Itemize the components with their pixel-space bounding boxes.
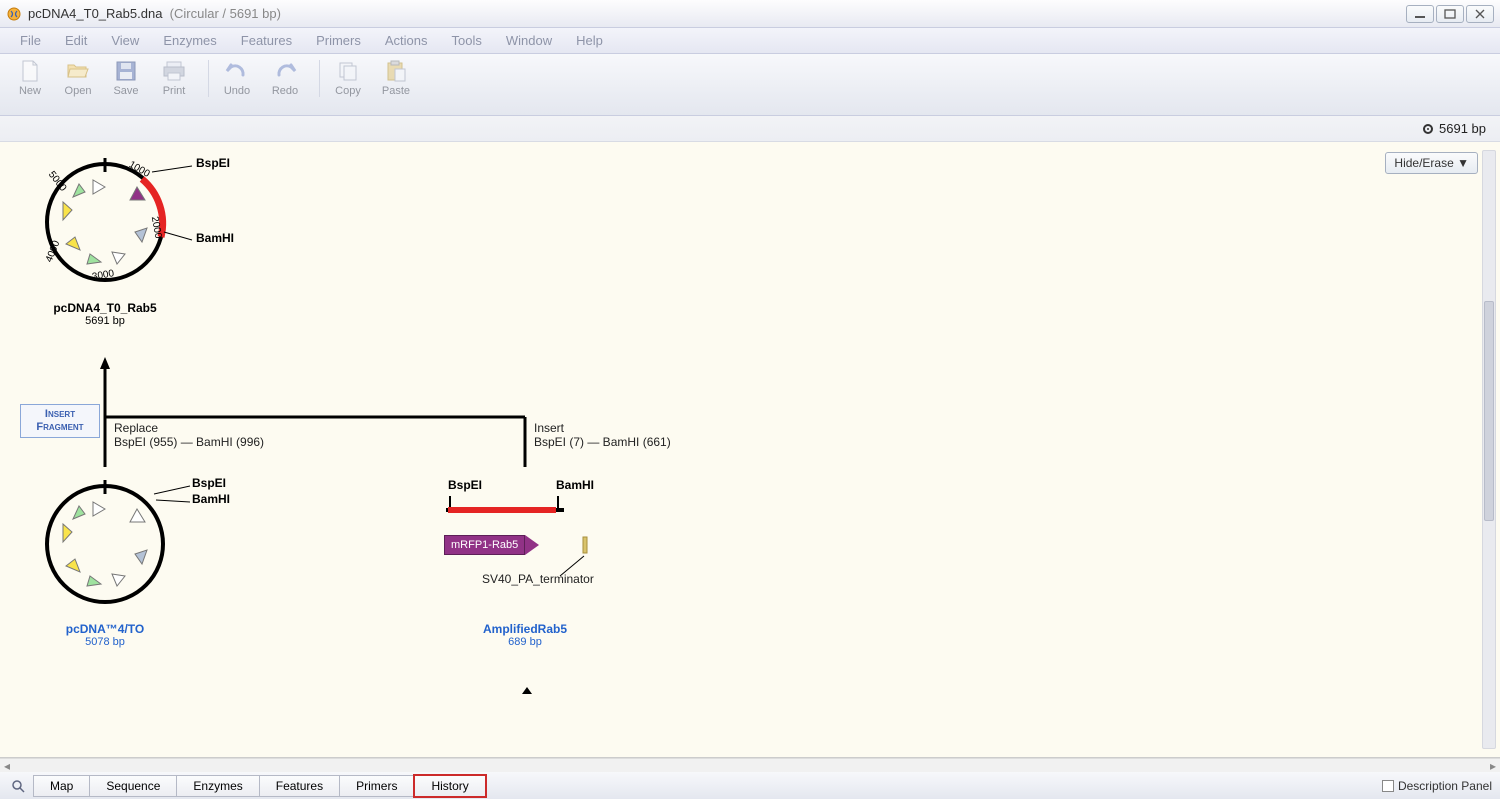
product-label: pcDNA4_T0_Rab5 5691 bp xyxy=(30,301,180,327)
redo-button[interactable]: Redo xyxy=(267,60,303,97)
copy-button[interactable]: Copy xyxy=(330,60,366,97)
menu-window[interactable]: Window xyxy=(496,31,562,50)
replace-l1: Replace xyxy=(114,421,264,435)
insert-l2: BspEI (7) — BamHI (661) xyxy=(534,435,671,449)
tab-features[interactable]: Features xyxy=(259,775,340,797)
undo-icon xyxy=(225,60,249,82)
menu-help[interactable]: Help xyxy=(566,31,613,50)
menubar: File Edit View Enzymes Features Primers … xyxy=(0,28,1500,54)
tab-primers[interactable]: Primers xyxy=(339,775,414,797)
vertical-scrollbar[interactable] xyxy=(1482,150,1496,749)
app-icon xyxy=(6,6,22,22)
menu-enzymes[interactable]: Enzymes xyxy=(153,31,226,50)
horizontal-scrollbar[interactable]: ◂ ▸ xyxy=(0,758,1500,772)
menu-edit[interactable]: Edit xyxy=(55,31,97,50)
menu-view[interactable]: View xyxy=(101,31,149,50)
insert-box-l1: Insert xyxy=(45,408,75,420)
search-icon[interactable] xyxy=(8,779,28,793)
tab-history[interactable]: History xyxy=(413,774,486,798)
menu-file[interactable]: File xyxy=(10,31,51,50)
history-tree xyxy=(100,357,550,477)
print-button[interactable]: Print xyxy=(156,60,192,97)
menu-actions[interactable]: Actions xyxy=(375,31,438,50)
bp-bar: 5691 bp xyxy=(0,116,1500,142)
menu-primers[interactable]: Primers xyxy=(306,31,371,50)
paste-label: Paste xyxy=(382,85,410,97)
vector-label: pcDNA™4/TO 5078 bp xyxy=(30,622,180,648)
menu-tools[interactable]: Tools xyxy=(442,31,492,50)
mrfp-label: mRFP1-Rab5 xyxy=(451,539,518,551)
copy-label: Copy xyxy=(335,85,361,97)
hide-erase-button[interactable]: Hide/Erase ▼ xyxy=(1385,152,1478,174)
insert-annotation: Insert BspEI (7) — BamHI (661) xyxy=(534,421,671,449)
vector-name[interactable]: pcDNA™4/TO xyxy=(30,622,180,636)
footer: Map Sequence Enzymes Features Primers Hi… xyxy=(0,772,1500,799)
close-button[interactable] xyxy=(1466,5,1494,23)
frag-site-bamhi: BamHI xyxy=(556,478,594,492)
history-canvas: Hide/Erase ▼ 1000 2000 3000 4000 xyxy=(0,142,1500,758)
description-panel-label: Description Panel xyxy=(1398,779,1492,793)
scroll-thumb[interactable] xyxy=(1484,301,1494,521)
insert-box-l2: Fragment xyxy=(36,421,83,433)
mrfp-feature[interactable]: mRFP1-Rab5 xyxy=(444,535,539,555)
file-icon xyxy=(18,60,42,82)
toolbar: New Open Save Print Undo Redo Copy xyxy=(0,54,1500,116)
new-button[interactable]: New xyxy=(12,60,48,97)
scroll-right-icon[interactable]: ▸ xyxy=(1490,759,1496,773)
undo-label: Undo xyxy=(224,85,250,97)
expand-toggle-icon[interactable] xyxy=(520,685,534,695)
vector-site-bspei: BspEI xyxy=(192,476,226,490)
sv40-label: SV40_PA_terminator xyxy=(482,572,594,586)
paste-icon xyxy=(384,60,408,82)
description-panel-toggle[interactable]: Description Panel xyxy=(1382,779,1492,793)
maximize-button[interactable] xyxy=(1436,5,1464,23)
open-label: Open xyxy=(65,85,92,97)
product-site-bspei: BspEI xyxy=(196,156,230,170)
undo-button[interactable]: Undo xyxy=(219,60,255,97)
redo-label: Redo xyxy=(272,85,298,97)
menu-features[interactable]: Features xyxy=(231,31,302,50)
hide-erase-label: Hide/Erase xyxy=(1394,156,1453,170)
product-bp: 5691 bp xyxy=(30,315,180,327)
fragment-label: AmplifiedRab5 689 bp xyxy=(450,622,600,648)
redo-icon xyxy=(273,60,297,82)
tab-sequence[interactable]: Sequence xyxy=(89,775,177,797)
terminator-glyph xyxy=(580,535,594,555)
product-site-bamhi: BamHI xyxy=(196,231,234,245)
save-label: Save xyxy=(113,85,138,97)
title-meta: (Circular / 5691 bp) xyxy=(170,6,281,21)
tab-map[interactable]: Map xyxy=(33,775,90,797)
fragment-bp: 689 bp xyxy=(450,636,600,648)
replace-l2: BspEI (955) — BamHI (996) xyxy=(114,435,264,449)
bp-count: 5691 bp xyxy=(1439,121,1486,136)
vector-site-bamhi: BamHI xyxy=(192,492,230,506)
frag-site-bspei: BspEI xyxy=(448,478,482,492)
print-icon xyxy=(162,60,186,82)
copy-icon xyxy=(336,60,360,82)
paste-button[interactable]: Paste xyxy=(378,60,414,97)
checkbox-icon xyxy=(1382,780,1394,792)
insert-l1: Insert xyxy=(534,421,671,435)
vector-bp: 5078 bp xyxy=(30,636,180,648)
titlebar: pcDNA4_T0_Rab5.dna (Circular / 5691 bp) xyxy=(0,0,1500,28)
insert-fragment-box[interactable]: Insert Fragment xyxy=(20,404,100,438)
print-label: Print xyxy=(163,85,186,97)
circular-icon xyxy=(1423,124,1433,134)
folder-icon xyxy=(66,60,90,82)
minimize-button[interactable] xyxy=(1406,5,1434,23)
fragment-map[interactable] xyxy=(444,494,614,522)
open-button[interactable]: Open xyxy=(60,60,96,97)
window-title: pcDNA4_T0_Rab5.dna (Circular / 5691 bp) xyxy=(28,6,281,21)
fragment-name[interactable]: AmplifiedRab5 xyxy=(450,622,600,636)
new-label: New xyxy=(19,85,41,97)
save-button[interactable]: Save xyxy=(108,60,144,97)
save-icon xyxy=(114,60,138,82)
replace-annotation: Replace BspEI (955) — BamHI (996) xyxy=(114,421,264,449)
product-name: pcDNA4_T0_Rab5 xyxy=(30,301,180,315)
tab-enzymes[interactable]: Enzymes xyxy=(176,775,259,797)
title-filename: pcDNA4_T0_Rab5.dna xyxy=(28,6,162,21)
scroll-left-icon[interactable]: ◂ xyxy=(4,759,10,773)
